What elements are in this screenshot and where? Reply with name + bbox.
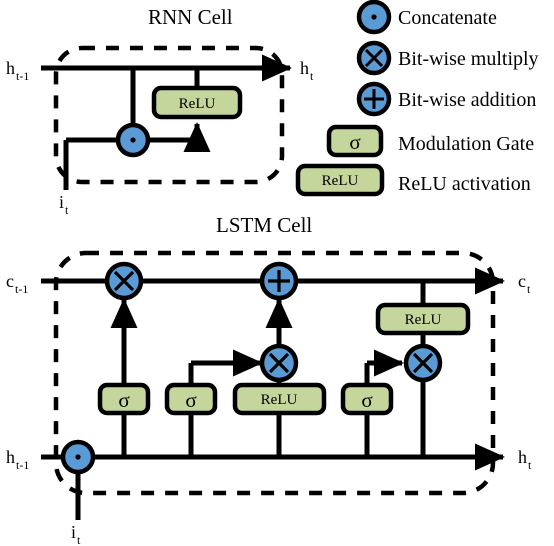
lstm-title: LSTM Cell — [216, 213, 312, 237]
lstm-cell-group: LSTM Cell σ σ ReLU σ ReLU c t-1 h t-1 i … — [6, 213, 532, 546]
concatenate-center-dot — [75, 454, 81, 460]
rnn-h-prev-sub: t-1 — [16, 69, 29, 83]
lstm-forget-gate[interactable]: σ — [97, 382, 151, 416]
lstm-i-base: i — [71, 522, 76, 542]
legend-label-addition: Bit-wise addition — [398, 89, 536, 111]
lstm-candidate-gate-label: ReLU — [261, 392, 298, 408]
lstm-h-out-base: h — [518, 447, 527, 467]
legend-relu-glyph: ReLU — [322, 173, 359, 189]
rnn-relu-gate-label: ReLU — [179, 96, 216, 112]
rnn-relu-gate[interactable]: ReLU — [151, 85, 243, 120]
lstm-output-gate-label: σ — [361, 388, 372, 412]
lstm-c-prev-sub: t-1 — [15, 282, 28, 296]
rnn-h-prev-base: h — [6, 58, 15, 78]
lstm-output-hidden-label: h t — [518, 447, 532, 472]
rnn-i-base: i — [59, 192, 64, 212]
lstm-cell-activation-gate[interactable]: ReLU — [375, 302, 471, 336]
lstm-candidate-gate[interactable]: ReLU — [232, 382, 327, 416]
lstm-input-cell-label: c t-1 — [6, 271, 28, 296]
rnn-i-sub: t — [65, 203, 69, 217]
concatenate-center-dot — [371, 14, 377, 20]
lstm-h-out-sub: t — [528, 458, 532, 472]
lstm-cell-activation-label: ReLU — [405, 312, 442, 328]
lstm-concatenate-node[interactable] — [60, 439, 96, 475]
rnn-h-out-base: h — [300, 58, 309, 78]
lstm-h-prev-base: h — [6, 447, 15, 467]
rnn-input-hidden-label: h t-1 — [6, 58, 29, 83]
legend-label-modulation-gate: Modulation Gate — [398, 133, 534, 155]
rnn-concatenate-node[interactable] — [115, 122, 151, 158]
legend-item-multiply[interactable]: Bit-wise multiply — [356, 40, 539, 76]
legend-label-relu: ReLU activation — [398, 173, 531, 195]
legend-label-concatenate: Concatenate — [398, 7, 497, 29]
legend-item-relu[interactable]: ReLU ReLU activation — [295, 163, 531, 197]
legend-group: Concatenate Bit-wise multiply Bit-wise a… — [295, 0, 539, 197]
lstm-output-cell-label: c t — [518, 271, 531, 296]
lstm-input-hidden-label: h t-1 — [6, 447, 29, 472]
lstm-input-gate-label: σ — [185, 388, 196, 412]
lstm-cell-addition-node[interactable] — [259, 261, 299, 301]
concatenate-center-dot — [130, 137, 136, 143]
legend-item-addition[interactable]: Bit-wise addition — [356, 81, 536, 117]
legend-item-concatenate[interactable]: Concatenate — [356, 0, 497, 35]
lstm-forget-gate-label: σ — [118, 388, 129, 412]
rnn-input-i-label: i t — [59, 192, 69, 217]
rnn-h-out-sub: t — [310, 69, 314, 83]
legend-item-modulation-gate[interactable]: σ Modulation Gate — [326, 124, 534, 158]
lstm-c-out-base: c — [518, 271, 526, 291]
lstm-h-prev-sub: t-1 — [16, 458, 29, 472]
legend-label-multiply: Bit-wise multiply — [398, 48, 539, 70]
rnn-title: RNN Cell — [148, 5, 233, 29]
lstm-i-sub: t — [77, 533, 81, 546]
lstm-output-gate[interactable]: σ — [340, 382, 394, 416]
lstm-c-prev-base: c — [6, 271, 14, 291]
diagram-canvas: RNN Cell ReLU h t-1 i t h t Concatenate … — [0, 0, 554, 546]
lstm-input-i-label: i t — [71, 522, 81, 546]
lstm-output-multiply-node[interactable] — [403, 343, 443, 383]
lstm-input-multiply-node[interactable] — [259, 343, 299, 383]
lstm-input-gate[interactable]: σ — [164, 382, 218, 416]
legend-sigma-glyph: σ — [349, 130, 360, 154]
lstm-c-out-sub: t — [527, 282, 531, 296]
rnn-lstm-diagram: RNN Cell ReLU h t-1 i t h t Concatenate … — [6, 0, 539, 546]
rnn-output-h-label: h t — [300, 58, 314, 83]
rnn-cell-group: RNN Cell ReLU h t-1 i t h t — [6, 5, 314, 217]
lstm-forget-multiply-node[interactable] — [104, 261, 144, 301]
